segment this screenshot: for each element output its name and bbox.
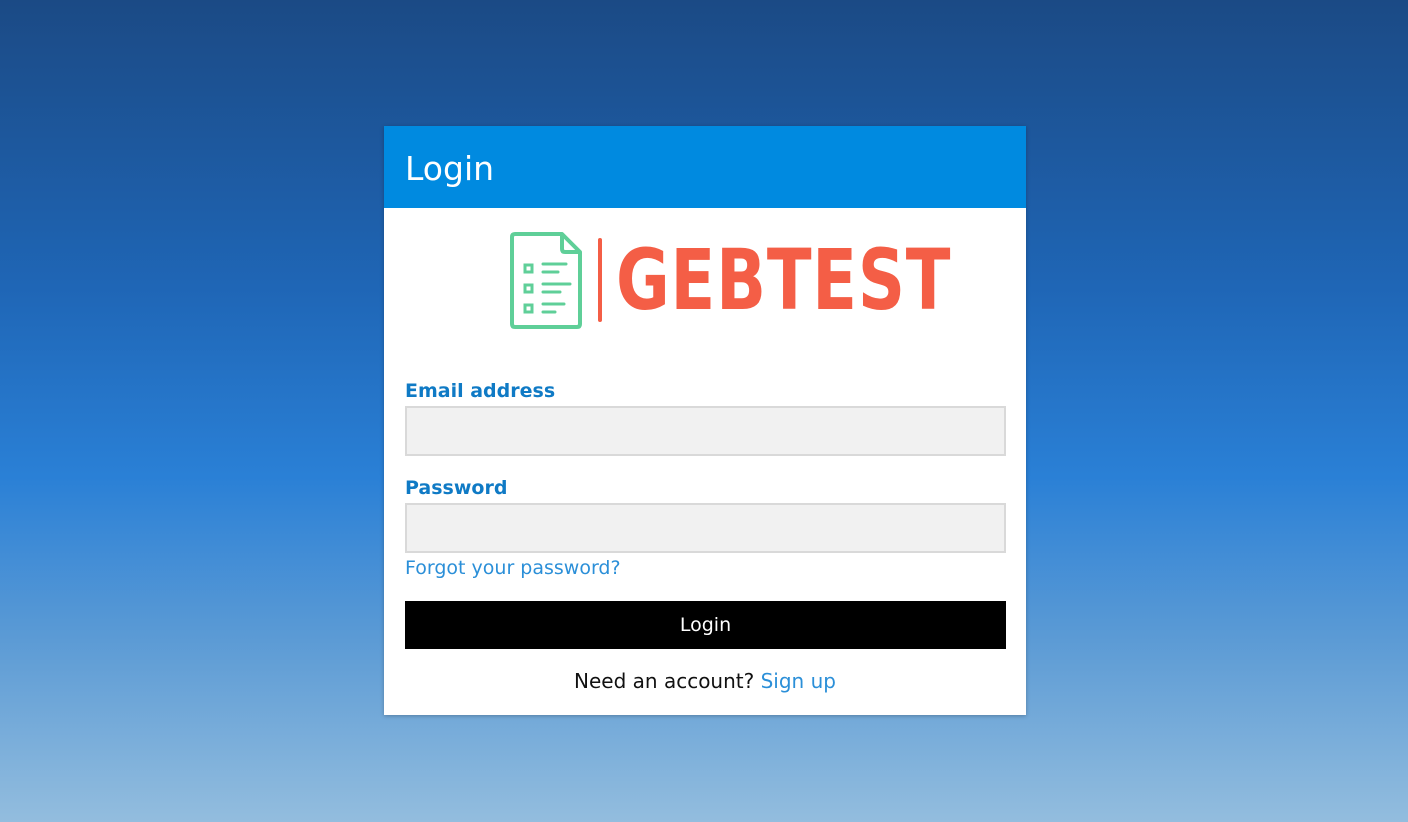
email-label: Email address bbox=[405, 380, 556, 402]
page-title: Login bbox=[405, 148, 495, 188]
logo-divider bbox=[598, 238, 602, 322]
document-checklist-icon bbox=[510, 232, 582, 329]
signup-link[interactable]: Sign up bbox=[761, 669, 836, 693]
logo-wordmark: GEBTEST bbox=[616, 231, 952, 329]
email-field[interactable] bbox=[405, 406, 1006, 456]
card-header: Login bbox=[384, 126, 1026, 208]
login-button[interactable]: Login bbox=[405, 601, 1006, 649]
signup-row: Need an account? Sign up bbox=[405, 670, 1005, 692]
login-form: Email address Password Forgot your passw… bbox=[405, 380, 1006, 692]
password-field[interactable] bbox=[405, 503, 1006, 553]
login-card: Login GEBTEST Email address Password For… bbox=[384, 126, 1026, 715]
forgot-password-link[interactable]: Forgot your password? bbox=[405, 557, 621, 579]
brand-logo: GEBTEST bbox=[510, 230, 1046, 330]
signup-prompt: Need an account? bbox=[574, 669, 761, 693]
password-label: Password bbox=[405, 477, 508, 499]
